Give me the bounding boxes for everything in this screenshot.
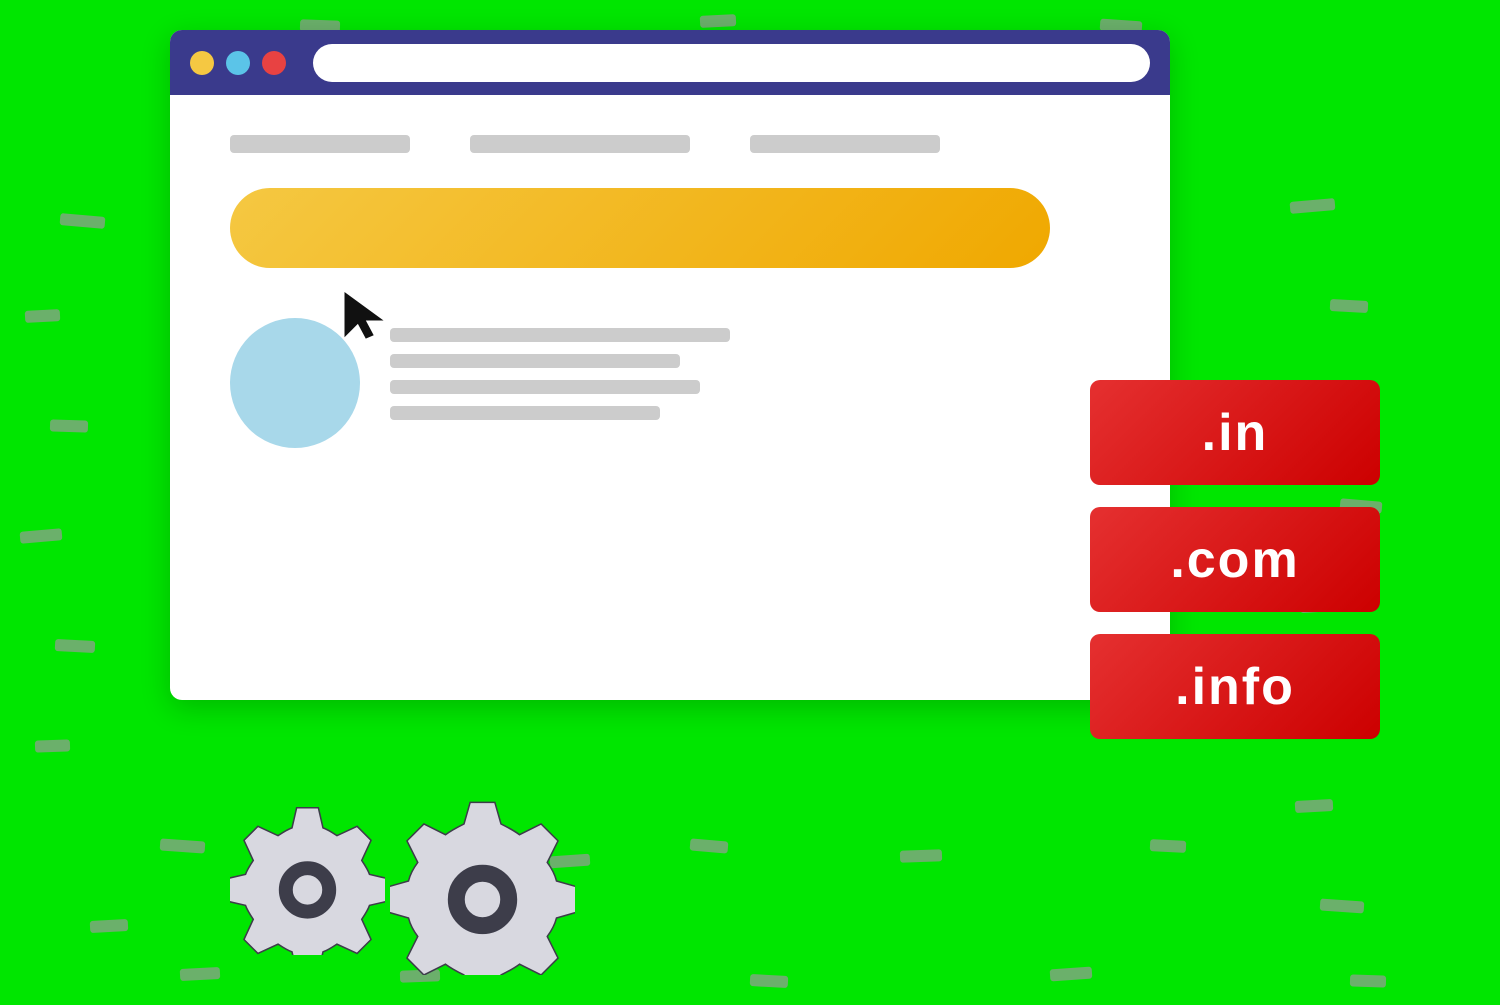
domain-badge-info-label: .info (1175, 657, 1295, 717)
dash-3 (50, 419, 88, 432)
gear-icon-large (230, 800, 385, 955)
domain-badge-in[interactable]: .in (1090, 380, 1380, 485)
nav-line-3 (750, 135, 940, 153)
content-line-1 (390, 328, 730, 342)
dash-25 (690, 838, 729, 853)
dash-7 (160, 838, 206, 853)
domain-badge-info[interactable]: .info (1090, 634, 1380, 739)
content-circle-wrapper (230, 318, 360, 448)
nav-line-2 (470, 135, 690, 153)
dash-24 (180, 967, 221, 981)
browser-addressbar[interactable] (313, 44, 1150, 82)
content-line-3 (390, 380, 700, 394)
dash-5 (55, 639, 96, 653)
dash-10 (1330, 299, 1369, 313)
browser-window (170, 30, 1170, 700)
content-line-2 (390, 354, 680, 368)
browser-titlebar (170, 30, 1170, 95)
content-line-4 (390, 406, 660, 420)
dash-1 (60, 213, 106, 229)
dash-15 (1295, 799, 1334, 813)
dash-9 (1290, 198, 1336, 214)
dash-21 (750, 974, 789, 988)
nav-lines (230, 135, 1110, 153)
content-lines (390, 318, 1110, 420)
browser-btn-close[interactable] (262, 51, 286, 75)
browser-content (170, 95, 1170, 488)
cursor-icon (340, 288, 390, 343)
dash-8 (90, 919, 129, 933)
dash-22 (1050, 967, 1093, 982)
dash-26 (900, 849, 942, 862)
dash-18 (700, 14, 737, 28)
dash-23 (1350, 974, 1386, 987)
domain-badge-in-label: .in (1202, 403, 1269, 463)
gear-icon-small (390, 790, 575, 975)
dash-2 (25, 309, 61, 323)
dash-6 (35, 739, 70, 752)
dash-16 (1320, 898, 1365, 913)
domain-badges-container: .in .com .info (1090, 380, 1380, 739)
browser-btn-minimize[interactable] (190, 51, 214, 75)
dash-27 (1150, 839, 1187, 853)
domain-badge-com-label: .com (1170, 530, 1299, 590)
browser-btn-maximize[interactable] (226, 51, 250, 75)
dash-4 (20, 528, 63, 544)
nav-line-1 (230, 135, 410, 153)
search-bar[interactable] (230, 188, 1050, 268)
domain-badge-com[interactable]: .com (1090, 507, 1380, 612)
content-area (230, 318, 1110, 448)
